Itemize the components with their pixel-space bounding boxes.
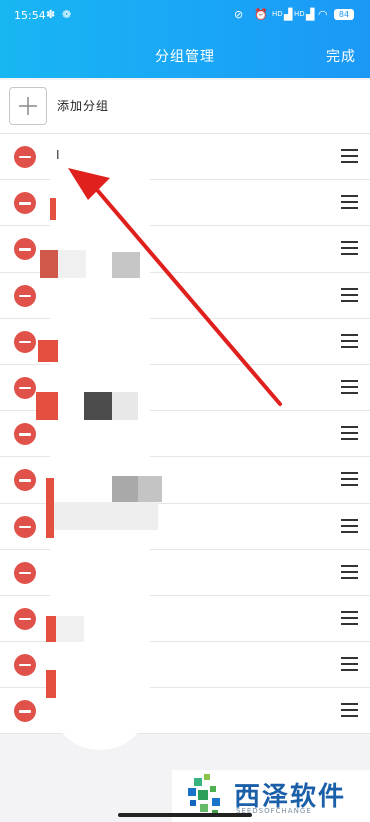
battery-icon: 84	[334, 9, 354, 20]
delete-group-button[interactable]	[14, 700, 36, 723]
notification-icon: ✽	[46, 8, 56, 21]
delete-group-button[interactable]	[14, 192, 36, 215]
delete-group-button[interactable]	[14, 561, 36, 584]
drag-handle-icon[interactable]	[341, 426, 358, 441]
drag-handle-icon[interactable]	[341, 518, 358, 534]
add-group-label: 添加分组	[57, 99, 110, 113]
mosaic-block	[46, 616, 56, 642]
signal-1-icon: ▟	[284, 8, 293, 21]
mosaic-block	[56, 616, 84, 642]
delete-group-button[interactable]	[14, 654, 36, 677]
drag-handle-icon[interactable]	[341, 333, 358, 349]
delete-group-button[interactable]	[14, 423, 36, 446]
mosaic-block	[50, 502, 158, 530]
drag-handle-icon[interactable]	[341, 149, 358, 164]
mosaic-block	[46, 478, 54, 538]
mosaic-block	[58, 250, 86, 278]
alarm-icon: ⏰	[254, 8, 268, 21]
drag-handle-icon[interactable]	[341, 657, 358, 672]
delete-group-button[interactable]	[14, 515, 36, 538]
mute-icon: ⊘	[234, 8, 244, 21]
drag-handle-icon[interactable]	[341, 379, 358, 395]
add-group-row[interactable]: 添加分组	[0, 80, 370, 134]
plus-icon	[19, 97, 37, 115]
drag-handle-icon[interactable]	[341, 703, 358, 718]
done-button[interactable]: 完成	[326, 46, 356, 66]
battery-level: 84	[338, 10, 350, 19]
delete-group-button[interactable]	[14, 330, 36, 353]
group-name: I	[56, 148, 60, 162]
drag-handle-icon[interactable]	[341, 472, 358, 487]
status-time: 15:54	[14, 9, 46, 22]
signal-2-icon: ▟	[306, 8, 315, 21]
signal-1-label: HD	[272, 10, 283, 18]
drag-handle-icon[interactable]	[341, 287, 358, 303]
wifi-icon: ◠	[318, 8, 328, 21]
status-bar: 15:54 ✽ ❁ ⊘ ⏰ HD ▟ HD ▟ ◠ 84	[0, 0, 370, 32]
home-indicator[interactable]	[118, 813, 252, 817]
mosaic-block	[46, 670, 56, 698]
mosaic-block	[112, 392, 138, 420]
mosaic-block	[112, 476, 138, 502]
mosaic-block	[84, 392, 112, 420]
drag-handle-icon[interactable]	[341, 564, 358, 580]
drag-handle-icon[interactable]	[341, 610, 358, 626]
mosaic-block	[112, 252, 140, 278]
mosaic-block	[36, 392, 58, 420]
mosaic-block	[138, 476, 162, 502]
drag-handle-icon[interactable]	[341, 195, 358, 210]
mosaic-block	[50, 198, 56, 220]
delete-group-button[interactable]	[14, 146, 36, 168]
drag-handle-icon[interactable]	[341, 241, 358, 256]
page-title: 分组管理	[155, 49, 215, 65]
add-group-button[interactable]	[9, 87, 47, 125]
delete-group-button[interactable]	[14, 607, 36, 630]
mosaic-block	[38, 340, 58, 362]
top-bar: 15:54 ✽ ❁ ⊘ ⏰ HD ▟ HD ▟ ◠ 84 分组管理 完成	[0, 0, 370, 78]
delete-group-button[interactable]	[14, 376, 36, 399]
delete-group-button[interactable]	[14, 238, 36, 261]
signal-2-label: HD	[294, 10, 305, 18]
delete-group-button[interactable]	[14, 469, 36, 492]
mosaic-block	[40, 250, 58, 278]
delete-group-button[interactable]	[14, 284, 36, 307]
app-notification-icon: ❁	[62, 8, 72, 21]
